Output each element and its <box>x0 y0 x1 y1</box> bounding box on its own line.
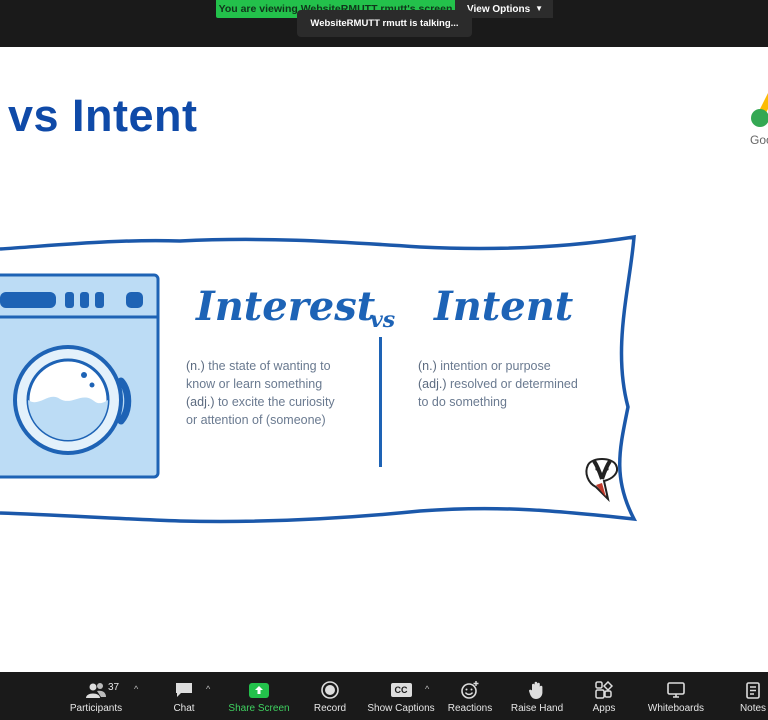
raise-hand-icon <box>529 680 545 700</box>
apps-icon <box>595 680 613 700</box>
record-icon <box>321 680 339 700</box>
logo-text: Goo <box>750 133 768 147</box>
noun-tag: (n.) <box>186 359 205 373</box>
reactions-label: Reactions <box>447 703 493 714</box>
participants-icon <box>86 680 106 700</box>
adj-tag: (adj.) <box>186 395 215 409</box>
share-screen-button[interactable]: Share Screen <box>228 672 290 720</box>
badger-mascot-icon <box>585 458 618 503</box>
participants-caret-icon[interactable]: ^ <box>134 684 138 694</box>
view-options-label: View Options <box>467 3 531 15</box>
interest-def-line1-text: the state of wanting to <box>204 359 331 373</box>
reactions-button[interactable]: Reactions <box>448 672 492 720</box>
definition-divider <box>379 337 382 467</box>
interest-def-line4: or attention of (someone) <box>186 413 326 427</box>
raise-hand-label: Raise Hand <box>510 703 564 714</box>
intent-definition: (n.) intention or purpose (adj.) resolve… <box>418 357 578 411</box>
word-intent: Intent <box>434 283 574 330</box>
chat-icon <box>175 680 193 700</box>
participants-label: Participants <box>69 703 123 714</box>
slide-title: vs Intent <box>8 90 198 141</box>
notes-label: Notes <box>739 703 767 714</box>
intent-def-line1: (n.) intention or purpose <box>418 357 578 375</box>
chat-label: Chat <box>173 703 195 714</box>
word-interest: Interest <box>196 283 376 330</box>
intent-def-line2-text: resolved or determined <box>446 377 578 391</box>
share-screen-label: Share Screen <box>228 703 290 714</box>
apps-button[interactable]: Apps <box>588 672 620 720</box>
apps-label: Apps <box>592 703 616 714</box>
interest-def-line3-text: to excite the curiosity <box>214 395 335 409</box>
participants-button[interactable]: Participants <box>70 672 122 720</box>
adj-tag: (adj.) <box>418 377 447 391</box>
interest-def-line1: (n.) the state of wanting to <box>186 357 335 375</box>
share-screen-icon <box>249 680 269 700</box>
captions-icon-text: CC <box>390 683 412 697</box>
record-button[interactable]: Record <box>312 672 348 720</box>
intent-def-line2: (adj.) resolved or determined <box>418 375 578 393</box>
notes-icon <box>746 680 760 700</box>
whiteboard-icon <box>667 680 685 700</box>
interest-definition: (n.) the state of wanting to know or lea… <box>186 357 335 429</box>
washing-machine-icon <box>0 273 160 479</box>
record-label: Record <box>313 703 347 714</box>
active-speaker-text: WebsiteRMUTT rmutt is talking... <box>310 18 459 29</box>
chat-caret-icon[interactable]: ^ <box>206 684 210 694</box>
whiteboards-button[interactable]: Whiteboards <box>646 672 706 720</box>
show-captions-label: Show Captions <box>367 703 435 714</box>
noun-tag: (n.) <box>418 359 437 373</box>
captions-icon: CC <box>390 680 412 700</box>
interest-def-line3: (adj.) to excite the curiosity <box>186 393 335 411</box>
raise-hand-button[interactable]: Raise Hand <box>510 672 564 720</box>
notes-button[interactable]: Notes <box>738 672 768 720</box>
intent-def-line1-text: intention or purpose <box>436 359 551 373</box>
reactions-icon <box>461 680 479 700</box>
captions-caret-icon[interactable]: ^ <box>425 684 429 694</box>
show-captions-button[interactable]: CC Show Captions <box>367 672 435 720</box>
meeting-toolbar: Participants 37 ^ Chat ^ Share Screen Re… <box>0 672 768 720</box>
chat-button[interactable]: Chat <box>168 672 200 720</box>
shared-screen: vs Intent Goo Interest vs Intent (n.) th… <box>0 47 768 672</box>
interest-def-line2: know or learn something <box>186 377 323 391</box>
word-vs: vs <box>370 307 396 333</box>
participants-count: 37 <box>108 682 120 693</box>
intent-def-line3: to do something <box>418 395 507 409</box>
active-speaker-indicator: WebsiteRMUTT rmutt is talking... <box>297 10 472 37</box>
whiteboards-label: Whiteboards <box>647 703 705 714</box>
chevron-down-icon: ▼ <box>535 4 543 13</box>
